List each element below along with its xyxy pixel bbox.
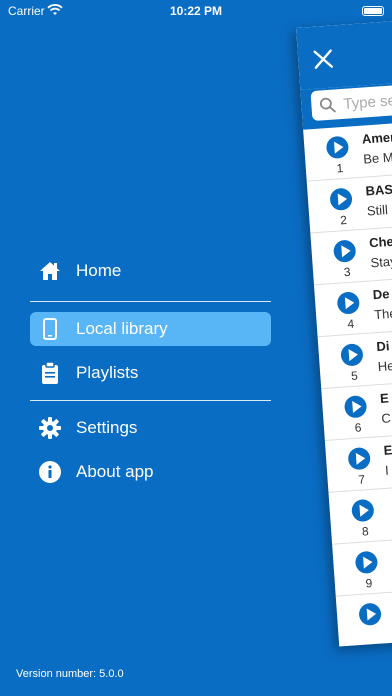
play-icon[interactable] (358, 602, 382, 627)
clipboard-icon (39, 362, 61, 384)
menu-item-local-library[interactable]: Local library (30, 312, 271, 346)
play-icon[interactable] (354, 550, 379, 575)
play-icon[interactable] (347, 446, 371, 471)
library-panel[interactable]: 1 Amer Be M 2 BAS Still 3 Che Stay 4 De … (296, 7, 392, 647)
version-label: Version number: 5.0.0 (16, 668, 124, 680)
play-icon[interactable] (332, 239, 357, 263)
track-title: BAS (365, 181, 392, 199)
menu-item-settings[interactable]: Settings (30, 411, 271, 445)
track-subtitle: C (380, 410, 392, 426)
track-title: De (372, 286, 390, 303)
menu-item-label: Playlists (76, 363, 139, 382)
track-title: Che (368, 233, 392, 251)
play-icon[interactable] (351, 498, 375, 523)
gear-icon (39, 417, 61, 439)
home-icon (39, 260, 61, 282)
close-icon[interactable] (312, 47, 335, 70)
menu-item-label: Home (76, 261, 122, 280)
menu-item-home[interactable]: Home (30, 254, 271, 288)
menu-item-label: Settings (76, 418, 138, 437)
track-number: 7 (357, 472, 366, 487)
play-icon[interactable] (340, 343, 364, 367)
track-number: 3 (343, 264, 351, 280)
track-subtitle: The (373, 305, 392, 323)
phone-icon (39, 318, 61, 340)
track-number: 5 (350, 368, 359, 383)
track-subtitle: I (384, 462, 390, 478)
track-title: E (383, 442, 392, 458)
track-number (365, 628, 379, 629)
side-menu: Home Local library Playlists Settings Ab… (30, 254, 271, 489)
track-title: Di (375, 338, 390, 355)
battery-icon (362, 6, 384, 16)
track-title: E (379, 390, 390, 407)
track-subtitle: Be M (362, 149, 392, 167)
track-number: 4 (346, 316, 355, 332)
play-icon[interactable] (343, 395, 368, 419)
play-icon[interactable] (329, 187, 353, 212)
track-number: 9 (365, 576, 373, 591)
info-icon (39, 461, 61, 483)
play-icon[interactable] (325, 135, 350, 160)
status-bar: Carrier 10:22 PM (0, 0, 392, 22)
search-icon (319, 96, 336, 113)
track-title: Amer (361, 129, 392, 147)
menu-item-about[interactable]: About app (30, 455, 271, 489)
menu-item-playlists[interactable]: Playlists (30, 356, 271, 390)
track-subtitle: He (377, 357, 392, 375)
track-number: 1 (336, 161, 344, 176)
play-icon[interactable] (336, 291, 361, 315)
track-number: 6 (354, 420, 362, 435)
menu-item-label: About app (76, 462, 154, 481)
track-subtitle: Still (366, 202, 389, 219)
track-number: 2 (339, 212, 348, 228)
status-time: 10:22 PM (169, 4, 223, 18)
track-subtitle: Stay (370, 253, 392, 271)
track-number: 8 (361, 524, 370, 539)
menu-item-label: Local library (76, 319, 168, 338)
